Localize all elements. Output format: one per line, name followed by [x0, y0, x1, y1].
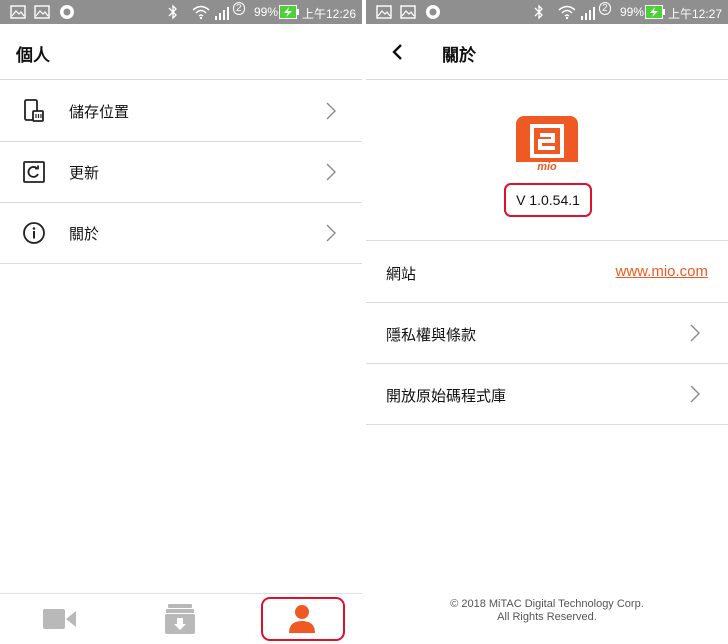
status-bar: 2 99% 上午12:27 [366, 0, 728, 24]
settings-item-about[interactable]: 關於 [0, 203, 362, 264]
settings-item-storage[interactable]: 儲存位置 [0, 81, 362, 142]
comparison-view: 2 99% 上午12:26 個人 儲存位置 更新 關於 2 99% 上午12:2… [0, 0, 728, 644]
refresh-icon [23, 161, 45, 183]
personal-screen: 2 99% 上午12:26 個人 儲存位置 更新 關於 [0, 0, 362, 644]
copyright-line: All Rights Reserved. [497, 611, 597, 623]
settings-item-label: 關於 [69, 225, 100, 243]
copyright-notice: © 2018 MiTAC Digital Technology Corp. Al… [366, 598, 728, 624]
sim-badge: 2 [599, 2, 611, 15]
version-label: V 1.0.54.1 [516, 192, 580, 208]
logo-wordmark: mio [537, 161, 557, 173]
image-notification-icon [10, 5, 26, 19]
annotation-highlight: V 1.0.54.1 [504, 183, 592, 217]
website-label: 網站 [386, 265, 417, 283]
mio-logo-mark-icon [530, 124, 564, 158]
image-notification-icon [34, 5, 50, 19]
copyright-line: © 2018 MiTAC Digital Technology Corp. [450, 598, 644, 610]
bottom-nav [0, 593, 362, 644]
wifi-icon [192, 5, 210, 20]
image-notification-icon [376, 5, 392, 19]
app-header: 個人 [0, 24, 362, 80]
app-info: mio V 1.0.54.1 [366, 81, 728, 241]
signal-icon [215, 7, 229, 20]
battery-charging-icon [279, 5, 299, 19]
sim-badge: 2 [233, 2, 245, 15]
video-camera-icon [43, 609, 76, 629]
page-title: 關於 [442, 46, 476, 66]
chevron-right-icon [326, 102, 336, 120]
settings-item-label: 更新 [69, 164, 100, 182]
image-notification-icon [400, 5, 416, 19]
wifi-icon [558, 5, 576, 20]
app-logo: mio [516, 116, 578, 178]
open-source-label: 開放原始碼程式庫 [386, 387, 507, 405]
bluetooth-icon [534, 4, 543, 20]
website-link[interactable]: www.mio.com [615, 263, 708, 280]
open-source-row[interactable]: 開放原始碼程式庫 [366, 364, 728, 425]
settings-item-label: 儲存位置 [69, 103, 130, 121]
settings-item-update[interactable]: 更新 [0, 142, 362, 203]
privacy-terms-row[interactable]: 隱私權與條款 [366, 303, 728, 364]
info-icon [23, 222, 45, 244]
clock: 上午12:27 [668, 7, 723, 21]
nav-download-tab[interactable] [140, 594, 220, 644]
status-bar: 2 99% 上午12:26 [0, 0, 362, 24]
app-header: 關於 [366, 24, 728, 80]
privacy-terms-label: 隱私權與條款 [386, 326, 477, 344]
website-row: 網站 www.mio.com [366, 242, 728, 303]
back-arrow-icon[interactable] [388, 40, 408, 64]
chevron-right-icon [690, 385, 700, 403]
download-archive-icon [165, 604, 195, 634]
chevron-right-icon [690, 324, 700, 342]
clock: 上午12:26 [302, 7, 357, 21]
signal-icon [581, 7, 595, 20]
nav-video-tab[interactable] [20, 594, 100, 644]
annotation-highlight [261, 597, 345, 641]
battery-percent: 99% [620, 5, 645, 19]
bluetooth-icon [168, 4, 177, 20]
battery-percent: 99% [254, 5, 279, 19]
phone-storage-icon [24, 99, 44, 122]
chevron-right-icon [326, 224, 336, 242]
about-screen: 2 99% 上午12:27 關於 mio V 1.0.54.1 網站 www.m… [366, 0, 728, 644]
record-icon [60, 5, 74, 19]
battery-charging-icon [645, 5, 665, 19]
record-icon [426, 5, 440, 19]
page-title: 個人 [16, 46, 50, 66]
chevron-right-icon [326, 163, 336, 181]
